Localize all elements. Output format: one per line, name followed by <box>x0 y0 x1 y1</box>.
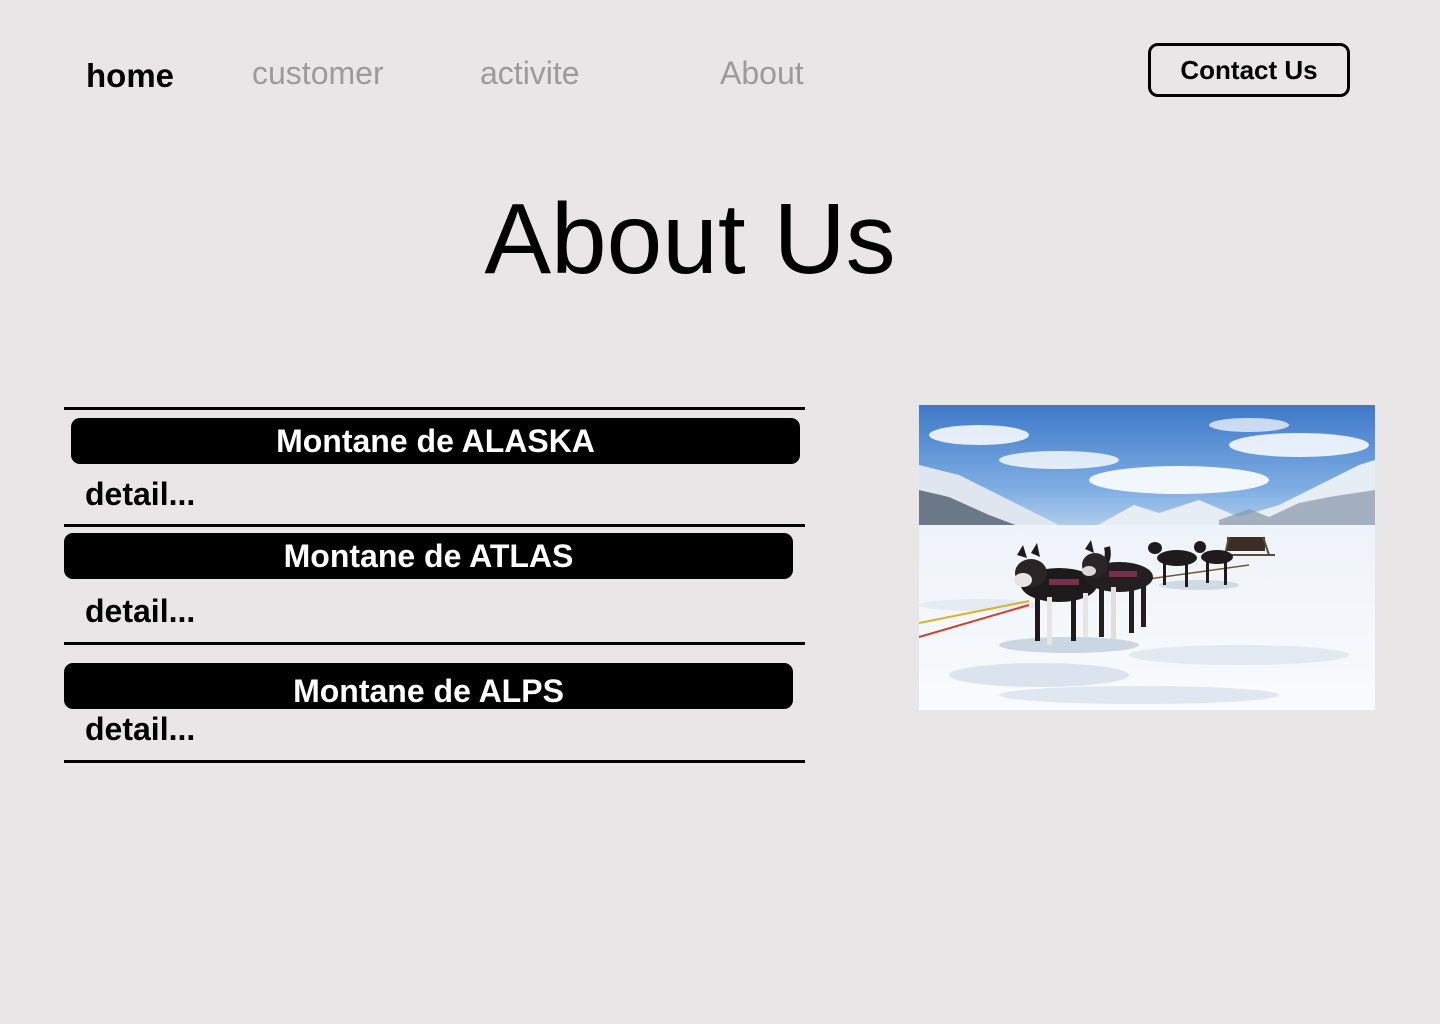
nav-home-link[interactable]: home <box>86 59 174 92</box>
contact-us-button[interactable]: Contact Us <box>1148 43 1350 97</box>
divider-line <box>64 642 805 645</box>
section-header-alps[interactable]: Montane de ALPS <box>64 663 793 709</box>
divider-line <box>64 407 805 410</box>
nav-activite-link[interactable]: activite <box>480 57 580 89</box>
page-title: About Us <box>484 183 896 295</box>
divider-line <box>64 760 805 763</box>
divider-line <box>64 524 805 527</box>
nav-customer-link[interactable]: customer <box>252 57 384 89</box>
section-header-atlas[interactable]: Montane de ATLAS <box>64 533 793 579</box>
section-header-alaska[interactable]: Montane de ALASKA <box>71 418 800 464</box>
nav-about-link[interactable]: About <box>720 57 804 89</box>
section-detail-alps[interactable]: detail... <box>85 713 195 745</box>
sled-dogs-photo <box>919 405 1375 710</box>
section-detail-atlas[interactable]: detail... <box>85 595 195 627</box>
section-detail-alaska[interactable]: detail... <box>85 478 195 510</box>
